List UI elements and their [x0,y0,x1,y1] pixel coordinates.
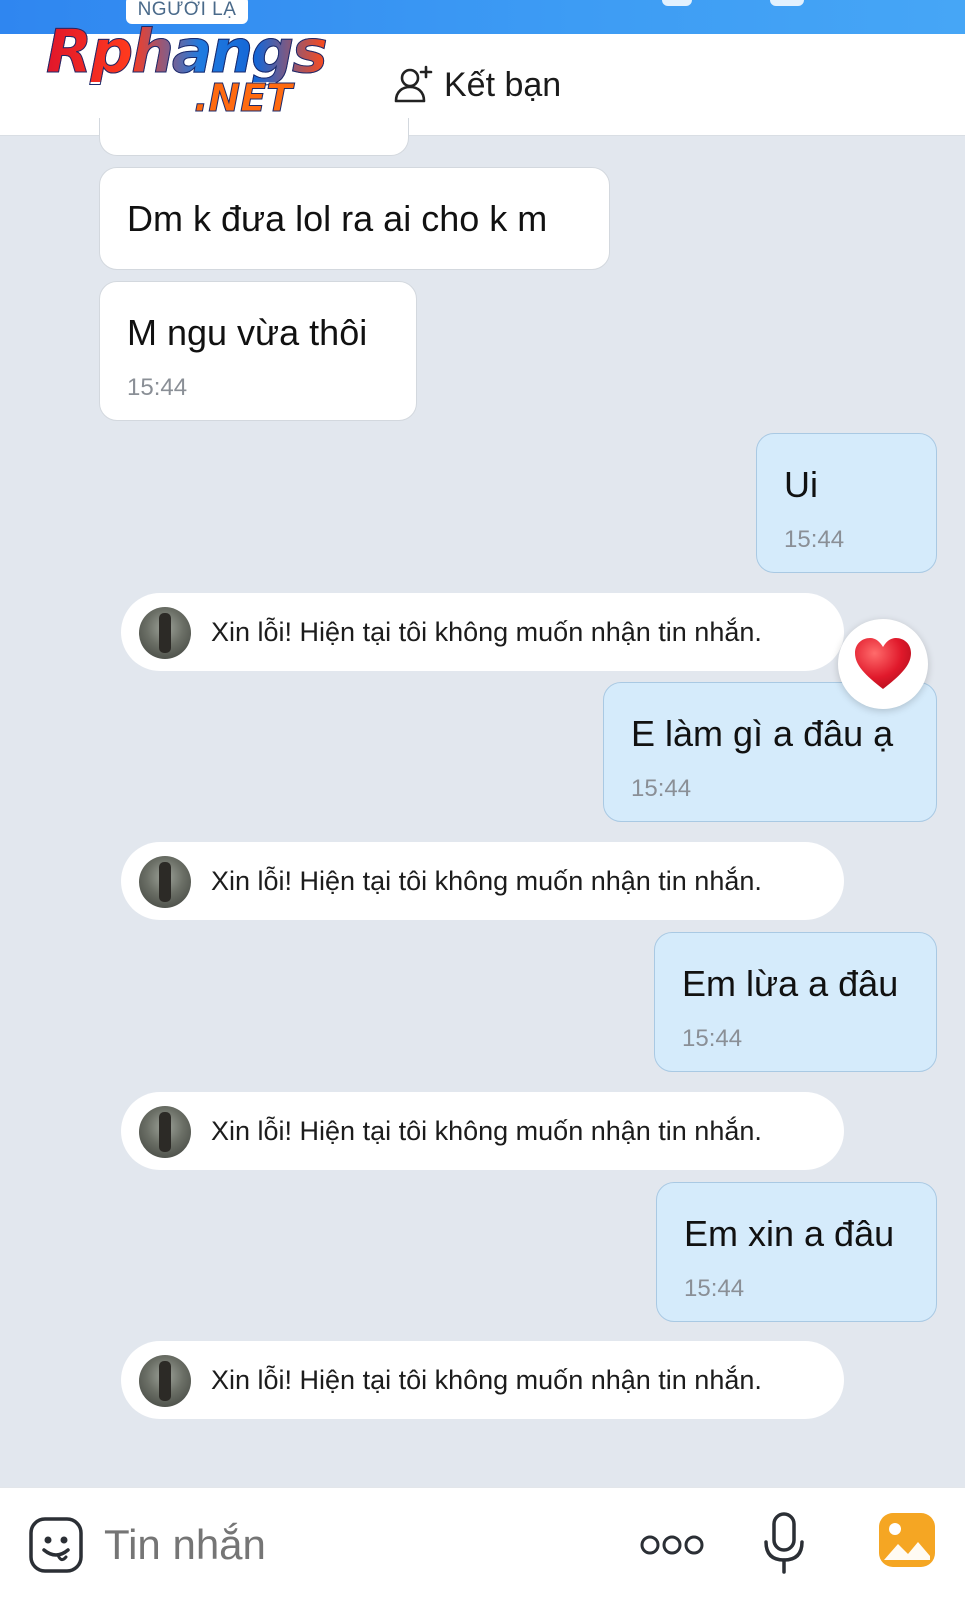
emoji-icon[interactable] [28,1516,84,1574]
message-time: 15:44 [784,526,845,553]
logo-text: Rphangs [46,17,329,87]
watermark-logo: Rphangs .NET [46,22,346,122]
avatar[interactable] [139,856,191,908]
auto-reply-text: Xin lỗi! Hiện tại tôi không muốn nhận ti… [211,617,762,647]
auto-reply-text: Xin lỗi! Hiện tại tôi không muốn nhận ti… [211,1116,762,1146]
add-friend-button[interactable]: Kết bạn [392,64,561,106]
message-composer [0,1487,965,1600]
incoming-message[interactable]: Dm k đưa lol ra ai cho k m [99,167,610,270]
microphone-icon[interactable] [762,1512,806,1576]
add-friend-label: Kết bạn [444,65,562,104]
more-icon[interactable] [640,1534,704,1556]
avatar[interactable] [139,1355,191,1407]
heart-icon [855,638,911,689]
message-text: Dm k đưa lol ra ai cho k m [127,198,548,239]
auto-reply-text: Xin lỗi! Hiện tại tôi không muốn nhận ti… [211,866,762,896]
avatar[interactable] [139,607,191,659]
message-text: M ngu vừa thôi [127,312,368,353]
incoming-message[interactable]: M ngu vừa thôi 15:44 [99,281,417,421]
call-icon[interactable] [662,0,692,6]
outgoing-message[interactable]: Em lừa a đâu 15:44 [654,932,937,1072]
auto-reply-notice: Xin lỗi! Hiện tại tôi không muốn nhận ti… [121,1341,844,1419]
heart-reaction[interactable] [838,619,928,709]
image-icon[interactable] [878,1512,936,1568]
logo-net-text: .NET [193,76,293,120]
auto-reply-notice: Xin lỗi! Hiện tại tôi không muốn nhận ti… [121,593,844,671]
video-call-icon[interactable] [770,0,804,6]
auto-reply-notice: Xin lỗi! Hiện tại tôi không muốn nhận ti… [121,842,844,920]
message-text: Em xin a đâu [684,1213,895,1254]
message-time: 15:44 [127,374,188,401]
message-text: Ui [784,464,818,505]
message-text: Em lừa a đâu [682,963,899,1004]
message-time: 15:44 [631,775,692,802]
outgoing-message[interactable]: Em xin a đâu 15:44 [656,1182,937,1322]
person-plus-icon [394,65,433,103]
outgoing-message[interactable]: Ui 15:44 [756,433,937,573]
avatar[interactable] [139,1106,191,1158]
message-text: E làm gì a đâu ạ [631,713,894,754]
auto-reply-text: Xin lỗi! Hiện tại tôi không muốn nhận ti… [211,1365,762,1395]
message-time: 15:44 [682,1025,743,1052]
message-input[interactable] [104,1510,614,1580]
message-bubble-partial[interactable] [99,118,409,156]
message-time: 15:44 [684,1275,745,1302]
auto-reply-notice: Xin lỗi! Hiện tại tôi không muốn nhận ti… [121,1092,844,1170]
